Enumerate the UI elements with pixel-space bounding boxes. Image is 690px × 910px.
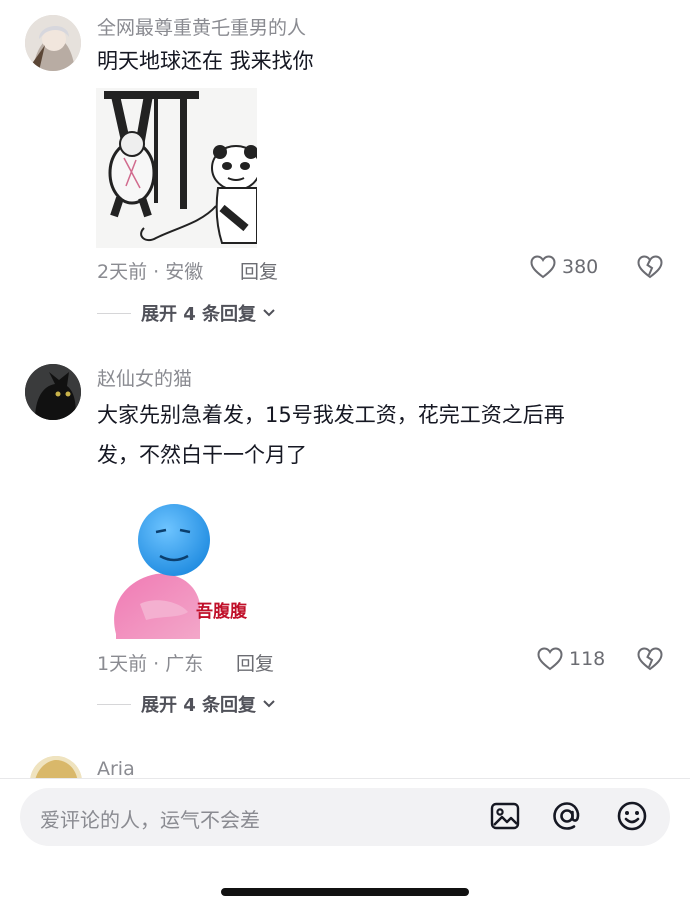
comment-input-bar[interactable]: 爱评论的人，运气不会差 <box>20 788 670 846</box>
expand-replies-button[interactable]: 展开 4 条回复 <box>97 691 278 717</box>
comment-input-placeholder[interactable]: 爱评论的人，运气不会差 <box>40 804 260 833</box>
expand-replies-label: 展开 4 条回复 <box>141 695 257 716</box>
chevron-down-icon <box>263 700 275 708</box>
heart-outline-icon <box>537 647 563 671</box>
comment-sticker[interactable] <box>96 88 257 248</box>
comment-sticker[interactable]: 吾腹腹 <box>96 484 257 644</box>
home-indicator[interactable] <box>221 888 469 896</box>
comment-username[interactable]: Aria <box>97 758 135 780</box>
expand-divider <box>97 703 131 705</box>
comment-text-line: 明天地球还在 我来找你 <box>97 49 314 73</box>
expand-divider <box>97 312 131 314</box>
like-count: 118 <box>569 648 606 670</box>
comment-meta: 2天前 · 安徽 <box>97 261 204 283</box>
broken-heart-icon[interactable] <box>637 255 663 279</box>
like-count: 380 <box>562 256 599 278</box>
like-button[interactable]: 118 <box>537 647 605 671</box>
comment-text: 明天地球还在 我来找你 <box>97 41 657 81</box>
like-button[interactable]: 380 <box>530 255 598 279</box>
divider <box>0 778 690 779</box>
heart-outline-icon <box>530 255 556 279</box>
comment-text-line: 发，不然白干一个月了 <box>97 443 307 467</box>
expand-replies-button[interactable]: 展开 4 条回复 <box>97 300 278 326</box>
chevron-down-icon <box>263 309 275 317</box>
avatar[interactable] <box>25 15 81 71</box>
comment-username[interactable]: 赵仙女的猫 <box>97 364 192 391</box>
comment-text-line: 大家先别急着发，15号我发工资，花完工资之后再 <box>97 403 565 427</box>
broken-heart-icon[interactable] <box>637 647 663 671</box>
at-icon[interactable] <box>550 799 584 833</box>
sticker-caption: 吾腹腹 <box>196 601 248 622</box>
comment-username[interactable]: 全网最尊重黄乇重男的人 <box>97 13 306 40</box>
comment-meta: 1天前 · 广东 <box>97 653 204 675</box>
image-icon[interactable] <box>488 799 522 833</box>
reply-button[interactable]: 回复 <box>240 257 278 284</box>
comment-text: 大家先别急着发，15号我发工资，花完工资之后再 发，不然白干一个月了 <box>97 395 657 475</box>
smiley-icon[interactable] <box>615 799 649 833</box>
expand-replies-label: 展开 4 条回复 <box>141 304 257 325</box>
avatar[interactable] <box>25 364 81 420</box>
reply-button[interactable]: 回复 <box>236 649 274 676</box>
